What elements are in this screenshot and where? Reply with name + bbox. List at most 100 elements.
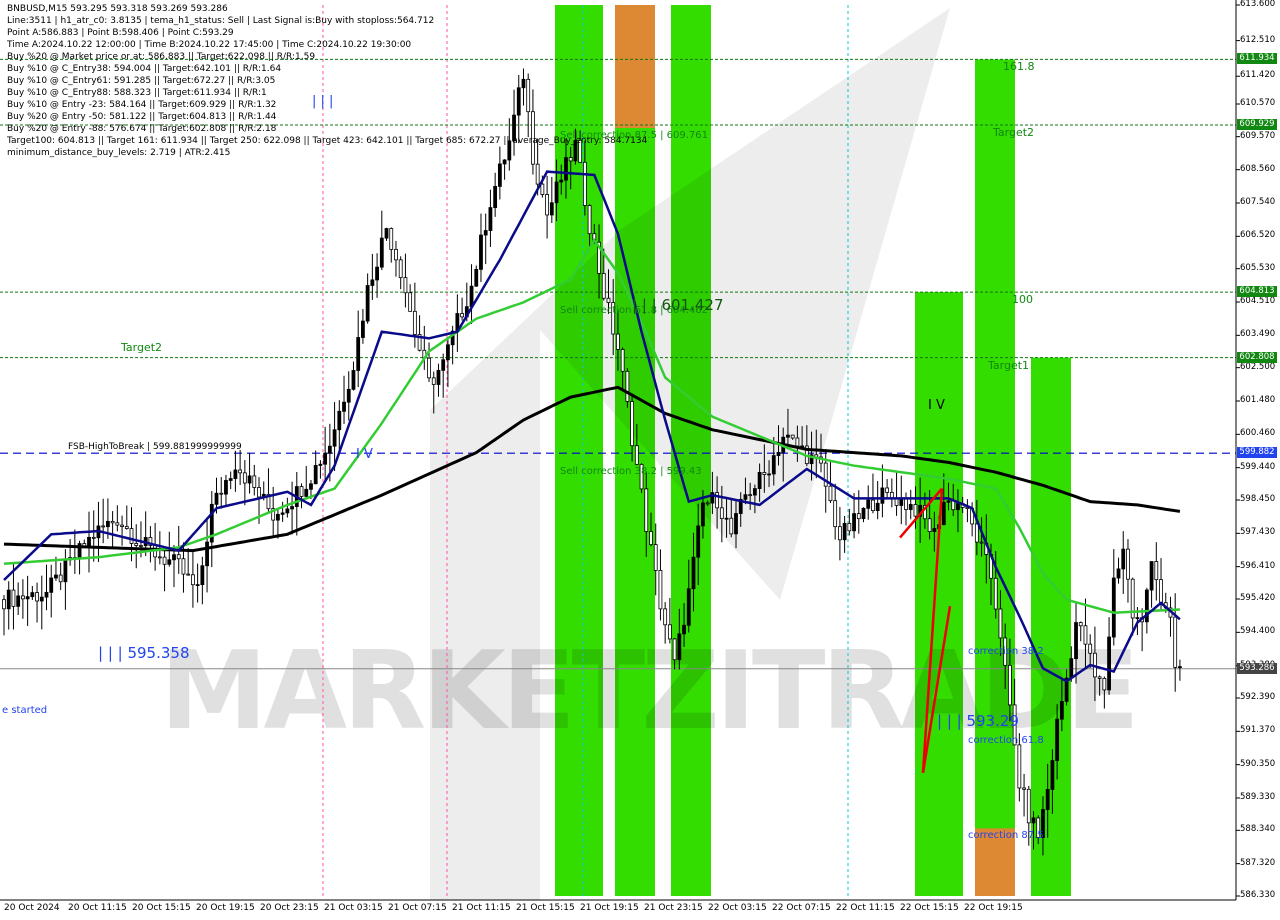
price-badge: 602.808: [1237, 351, 1277, 363]
chart-annotation: Sell correction 38.2 | 599.43: [560, 466, 702, 477]
candle-body: [516, 87, 521, 116]
chart-annotation: correction 87.5: [968, 830, 1044, 841]
y-tick-label: 607.540: [1240, 197, 1276, 207]
candle-body: [276, 513, 280, 521]
info-line: Buy %20 @ Entry -50: 581.122 || Target:6…: [7, 112, 277, 122]
y-tick-label: 602.500: [1240, 361, 1276, 372]
candle-body: [625, 370, 630, 402]
candle-body: [20, 595, 25, 600]
candle-body: [101, 525, 106, 528]
candle-body: [833, 500, 838, 528]
x-tick-label: 20 Oct 2024: [4, 903, 60, 913]
y-tick-label: 588.340: [1240, 824, 1276, 835]
candle-body: [1017, 744, 1022, 789]
candle-body: [379, 237, 384, 268]
candle-body: [549, 202, 554, 216]
candle-body: [191, 574, 195, 586]
candle-body: [1097, 676, 1102, 679]
candle-body: [705, 502, 710, 505]
price-badge: 599.882: [1237, 447, 1277, 459]
chart-annotation: I V: [928, 398, 945, 413]
candle-body: [257, 487, 261, 498]
candle-body: [30, 592, 35, 598]
candle-body: [337, 410, 342, 431]
candle-body: [323, 452, 328, 465]
candle-body: [318, 463, 323, 466]
candle-body: [408, 292, 413, 312]
orange-zone: [615, 5, 655, 128]
info-line: Buy %10 @ C_Entry38: 594.004 || Target:6…: [7, 64, 282, 74]
candle-body: [389, 228, 394, 250]
candle-body: [1116, 568, 1121, 579]
candle-body: [129, 528, 134, 544]
candle-body: [616, 333, 620, 350]
candle-body: [280, 512, 285, 515]
y-tick-label: 609.570: [1240, 130, 1276, 141]
candle-body: [233, 469, 238, 479]
candle-body: [1059, 700, 1064, 720]
candle-body: [346, 388, 351, 403]
info-line: Time A:2024.10.22 12:00:00 | Time B:2024…: [7, 40, 412, 50]
candle-body: [842, 522, 847, 541]
y-tick-label: 599.440: [1240, 461, 1276, 472]
candle-body: [1173, 616, 1178, 668]
x-tick-label: 21 Oct 03:15: [324, 903, 383, 913]
candle-body: [1026, 788, 1031, 824]
y-tick-label: 613.600: [1240, 0, 1276, 9]
level-label: 161.8: [1003, 60, 1035, 74]
x-tick-label: 21 Oct 07:15: [388, 903, 447, 913]
candle-body: [49, 577, 54, 593]
candle-body: [866, 499, 871, 509]
candle-body: [488, 207, 493, 231]
y-tick-label: 587.320: [1240, 857, 1276, 868]
level-label: 100: [1012, 293, 1033, 307]
candle-body: [436, 369, 441, 385]
candle-body: [304, 488, 309, 497]
candle-body: [35, 592, 39, 602]
candle-body: [370, 279, 375, 286]
chart-annotation: | | |: [312, 94, 334, 109]
candle-body: [299, 486, 304, 497]
y-tick-label: 591.370: [1240, 725, 1276, 736]
candle-body: [1069, 658, 1074, 679]
candle-body: [313, 465, 318, 485]
candle-body: [1008, 664, 1012, 706]
candle-body: [634, 445, 639, 465]
candle-body: [743, 494, 748, 500]
chart-annotation: correction 38.2: [968, 646, 1044, 657]
candle-body: [837, 526, 842, 541]
candle-body: [290, 506, 294, 510]
candle-body: [105, 520, 110, 528]
candle-body: [242, 472, 247, 484]
candle-body: [672, 638, 677, 661]
candle-body: [115, 522, 120, 526]
candle-body: [885, 487, 890, 493]
candle-body: [446, 344, 450, 361]
candle-body: [871, 499, 875, 511]
candle-body: [25, 596, 30, 600]
candle-body: [1126, 548, 1130, 580]
chart-annotation: | | | 595.358: [98, 644, 190, 662]
x-tick-label: 22 Oct 11:15: [836, 903, 895, 913]
candle-body: [767, 473, 771, 476]
candle-body: [904, 498, 908, 510]
candle-body: [384, 228, 389, 239]
candle-body: [1111, 577, 1116, 638]
candle-body: [653, 544, 658, 571]
candle-body: [956, 503, 960, 511]
y-tick-label: 606.520: [1240, 230, 1276, 241]
candle-body: [748, 494, 753, 497]
candle-body: [663, 608, 668, 626]
candle-body: [752, 488, 757, 496]
candle-body: [724, 517, 729, 520]
candle-body: [1022, 787, 1026, 790]
candle-body: [1083, 625, 1088, 645]
y-tick-label: 601.480: [1240, 395, 1276, 405]
candle-body: [247, 475, 252, 484]
candle-body: [63, 559, 68, 583]
candle-body: [195, 584, 200, 587]
candle-body: [974, 523, 979, 543]
candle-body: [238, 469, 243, 474]
candle-body: [361, 320, 365, 338]
y-tick-label: 612.510: [1240, 34, 1276, 45]
